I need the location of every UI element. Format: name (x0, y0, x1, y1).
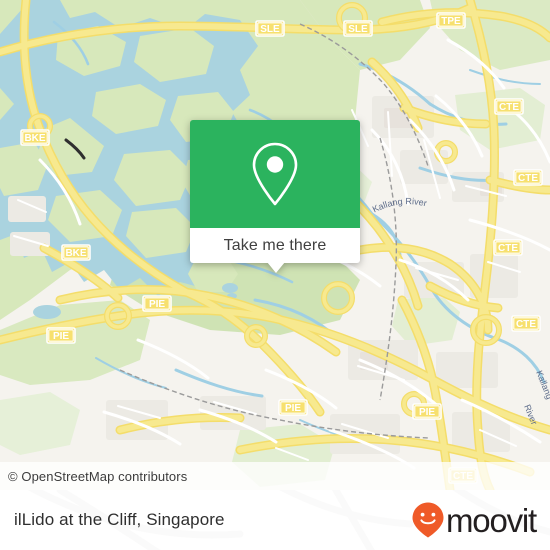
highway-shield-pie: PIE (142, 295, 172, 312)
shield-label: CTE (518, 173, 538, 184)
highway-shield-sle: SLE (343, 20, 373, 37)
shield-label: CTE (516, 319, 536, 330)
highway-shield-bke: BKE (20, 129, 50, 146)
highway-shield-cte: CTE (513, 169, 543, 186)
highway-shield-pie: PIE (46, 327, 76, 344)
highway-shield-tpe: TPE (436, 12, 466, 29)
moovit-brand-logo: moovit (410, 501, 550, 539)
shield-label: BKE (24, 133, 45, 144)
shield-label: SLE (260, 24, 280, 35)
moovit-smiley-pin-icon (412, 502, 444, 538)
shield-label: PIE (285, 403, 301, 414)
highway-shield-cte: CTE (511, 315, 541, 332)
moovit-map-screenshot: .mw{stroke:#f4dd6a;stroke-linecap:round;… (0, 0, 550, 550)
shield-label: SLE (348, 24, 368, 35)
footer-bar: ilLido at the Cliff, Singapore moovit (0, 490, 550, 550)
moovit-wordmark: moovit (446, 501, 537, 539)
shield-label: CTE (499, 102, 519, 113)
osm-attribution-bar: © OpenStreetMap contributors (0, 462, 550, 490)
location-pin-icon (252, 142, 298, 206)
osm-attribution-text: © OpenStreetMap contributors (8, 468, 188, 484)
location-callout-card[interactable]: Take me there (190, 120, 360, 273)
highway-shield-cte: CTE (493, 239, 523, 256)
callout-pointer-tail (267, 262, 285, 273)
shield-label: PIE (419, 407, 435, 418)
highway-shield-sle: SLE (255, 20, 285, 37)
highway-shield-pie: PIE (278, 399, 308, 416)
shield-label: TPE (441, 16, 461, 27)
place-title: ilLido at the Cliff, Singapore (14, 510, 225, 529)
shield-label: PIE (53, 331, 69, 342)
shield-label: CTE (498, 243, 518, 254)
shield-label: PIE (149, 299, 165, 310)
highway-shield-pie: PIE (412, 403, 442, 420)
shield-label: BKE (65, 248, 86, 259)
take-me-there-button[interactable]: Take me there (190, 228, 360, 263)
highway-shield-bke: BKE (61, 244, 91, 261)
highway-shield-cte: CTE (494, 98, 524, 115)
callout-image-area (190, 120, 360, 228)
take-me-there-label: Take me there (223, 236, 327, 254)
